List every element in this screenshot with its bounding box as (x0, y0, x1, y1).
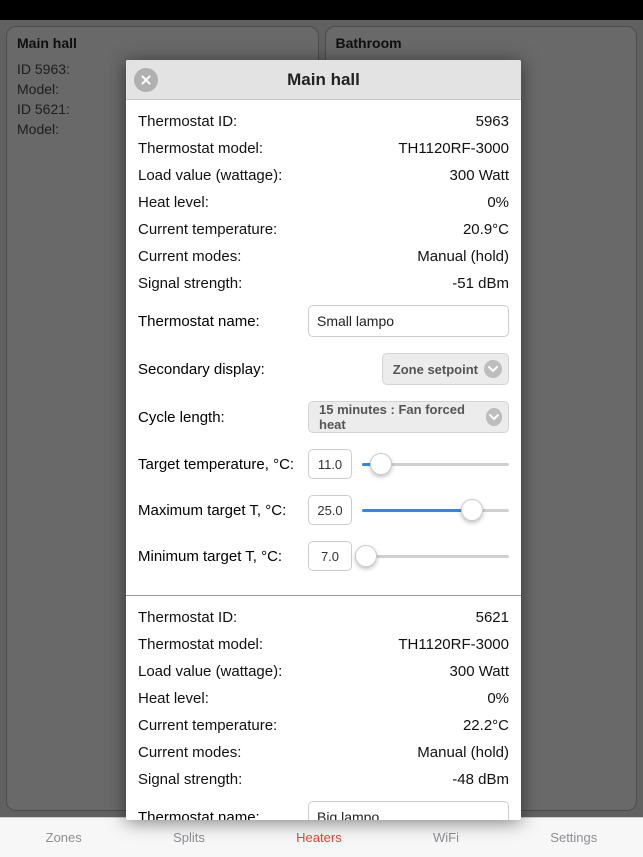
info-value: -48 dBm (452, 771, 509, 788)
field-label: Cycle length: (138, 409, 298, 426)
info-value: Manual (hold) (417, 248, 509, 265)
info-value: TH1120RF-3000 (398, 636, 509, 653)
min-temp-slider[interactable] (362, 541, 509, 571)
info-label: Signal strength: (138, 275, 242, 292)
cycle-length-dropdown[interactable]: 15 minutes : Fan forced heat (308, 401, 509, 433)
tab-wifi[interactable]: WiFi (433, 830, 459, 845)
target-temp-value: 11.0 (308, 449, 352, 479)
tab-splits[interactable]: Splits (173, 830, 205, 845)
info-value: -51 dBm (452, 275, 509, 292)
status-bar: No SIM 10:54 PM 77% (0, 0, 643, 20)
info-label: Signal strength: (138, 771, 242, 788)
slider-label: Maximum target T, °C: (138, 502, 298, 519)
status-time: 10:54 PM (295, 3, 347, 17)
info-value: 5963 (476, 113, 509, 130)
thermostat-section: Thermostat ID: 5621 Thermostat model: TH11… (126, 596, 521, 820)
bluetooth-icon (574, 3, 583, 18)
field-label: Thermostat name: (138, 809, 298, 821)
thermostat-name-input[interactable] (308, 801, 509, 820)
thermostat-section: Thermostat ID: 5963 Thermostat model: TH11… (126, 100, 521, 596)
max-temp-value: 25.0 (308, 495, 352, 525)
slider-label: Target temperature, °C: (138, 456, 298, 473)
slider-label: Minimum target T, °C: (138, 548, 298, 565)
min-temp-value: 7.0 (308, 541, 352, 571)
info-value: 0% (487, 690, 509, 707)
info-label: Thermostat model: (138, 140, 263, 157)
info-label: Load value (wattage): (138, 663, 282, 680)
field-label: Thermostat name: (138, 313, 298, 330)
dropdown-label: Zone setpoint (393, 362, 478, 377)
info-value: TH1120RF-3000 (398, 140, 509, 157)
modal-title: Main hall (287, 70, 360, 90)
info-label: Thermostat model: (138, 636, 263, 653)
modal-header: Main hall (126, 60, 521, 100)
max-temp-slider[interactable] (362, 495, 509, 525)
thermostat-name-input[interactable] (308, 305, 509, 337)
info-value: 300 Watt (450, 167, 509, 184)
info-value: 0% (487, 194, 509, 211)
tab-settings[interactable]: Settings (550, 830, 597, 845)
info-label: Thermostat ID: (138, 113, 237, 130)
info-value: Manual (hold) (417, 744, 509, 761)
tab-zones[interactable]: Zones (46, 830, 82, 845)
chevron-down-icon (484, 360, 502, 378)
info-value: 300 Watt (450, 663, 509, 680)
info-value: 20.9°C (463, 221, 509, 238)
dropdown-label: 15 minutes : Fan forced heat (319, 402, 480, 432)
status-right: 77% (574, 3, 637, 18)
battery-icon (615, 5, 637, 15)
info-label: Load value (wattage): (138, 167, 282, 184)
modal-body[interactable]: Thermostat ID: 5963 Thermostat model: TH11… (126, 100, 521, 820)
tab-bar: Zones Splits Heaters WiFi Settings (0, 817, 643, 857)
chevron-down-icon (486, 408, 502, 426)
close-icon[interactable] (134, 68, 158, 92)
info-label: Current temperature: (138, 717, 277, 734)
info-value: 22.2°C (463, 717, 509, 734)
field-label: Secondary display: (138, 361, 298, 378)
info-label: Current modes: (138, 744, 241, 761)
tab-heaters[interactable]: Heaters (296, 830, 342, 845)
zone-detail-modal: Main hall Thermostat ID: 5963 Thermostat … (126, 60, 521, 820)
battery-pct: 77% (587, 3, 611, 17)
info-value: 5621 (476, 609, 509, 626)
secondary-display-dropdown[interactable]: Zone setpoint (382, 353, 509, 385)
target-temp-slider[interactable] (362, 449, 509, 479)
info-label: Heat level: (138, 194, 209, 211)
carrier-text: No SIM (6, 3, 46, 17)
info-label: Thermostat ID: (138, 609, 237, 626)
info-label: Current modes: (138, 248, 241, 265)
info-label: Heat level: (138, 690, 209, 707)
info-label: Current temperature: (138, 221, 277, 238)
